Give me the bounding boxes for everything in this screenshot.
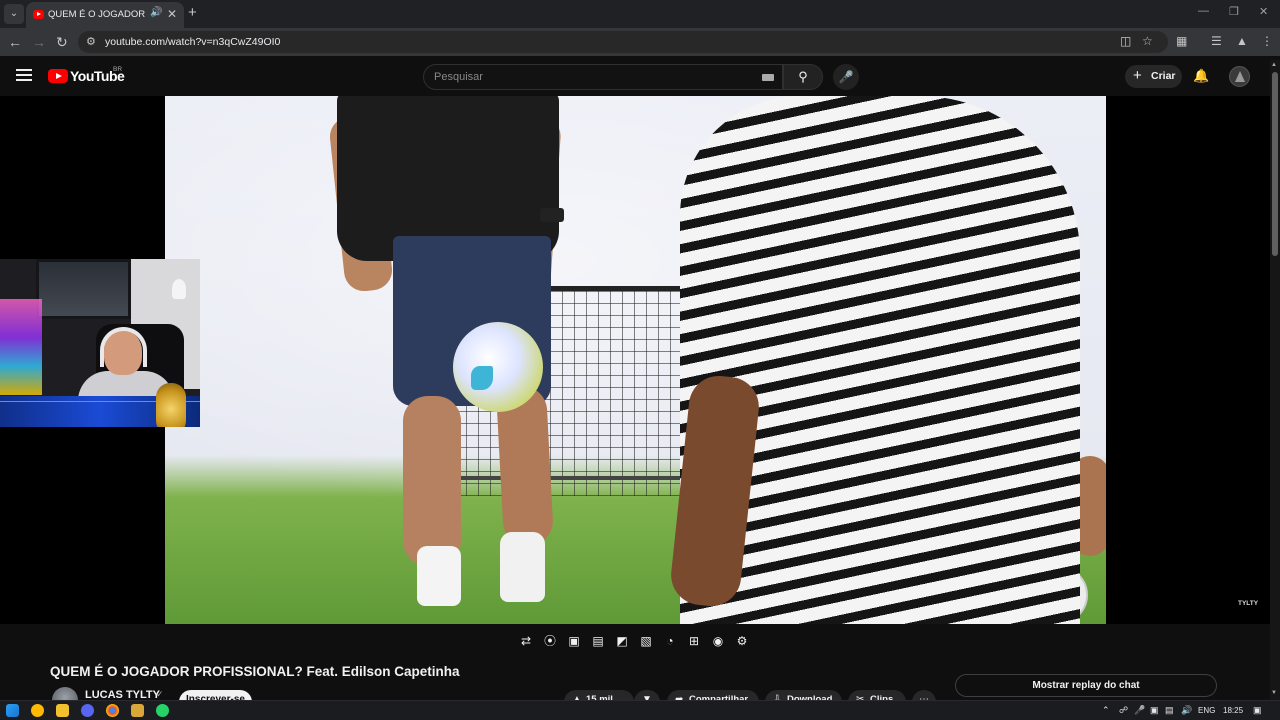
tray-clock[interactable]: 18:25 [1223, 706, 1243, 715]
video-watermark: TYLTY [1238, 600, 1259, 607]
kebab-menu-icon[interactable]: ⋮ [1261, 34, 1273, 48]
tray-volume-icon[interactable]: 🔊 [1181, 705, 1192, 716]
windows-taskbar: ⌃ ☍ 🎤 ▣ ▤ 🔊 ENG 18:25 ▣ [0, 700, 1280, 720]
new-tab-button[interactable]: + [188, 4, 197, 22]
browser-tab-active[interactable]: QUEM É O JOGADOR PROFISSIONAL? Feat. Edi… [26, 2, 184, 28]
search-placeholder: Pesquisar [434, 71, 483, 83]
add-frame-icon[interactable]: ⊞ [684, 632, 704, 650]
extensions-puzzle-icon[interactable]: ▦ [1176, 34, 1187, 48]
scrollbar-thumb[interactable] [1272, 72, 1278, 256]
notifications-icon[interactable]: ▣ [1253, 705, 1262, 716]
anchor-app-icon[interactable] [131, 704, 144, 717]
video-title: QUEM É O JOGADOR PROFISSIONAL? Feat. Edi… [50, 664, 460, 679]
tray-mic-icon[interactable]: 🎤 [1134, 705, 1145, 716]
whatsapp-icon[interactable] [156, 704, 169, 717]
scroll-up-arrow-icon[interactable]: ▲ [1271, 62, 1277, 68]
tray-chevron-up-icon[interactable]: ⌃ [1102, 705, 1110, 716]
tray-app-icon[interactable]: ▣ [1150, 705, 1159, 716]
forward-arrow-icon[interactable]: → [32, 33, 46, 51]
install-app-icon[interactable]: ◫ [1120, 34, 1131, 48]
tray-language[interactable]: ENG [1198, 706, 1215, 715]
profile-icon[interactable]: ▲ [1236, 34, 1248, 48]
player-extension-controls: ⇄ ⦿ ▣ ▤ ◩ ▧ ◔ ⊞ ◉ ⚙ [512, 630, 762, 652]
back-arrow-icon[interactable]: ← [8, 33, 22, 51]
youtube-logo-icon[interactable] [48, 69, 68, 83]
search-button[interactable]: ⚲ [783, 64, 823, 90]
watch-later-icon[interactable]: ▣ [564, 632, 584, 650]
tray-network-icon[interactable]: ▤ [1165, 705, 1174, 716]
screenshot-camera-icon[interactable]: ◉ [708, 632, 728, 650]
create-label: Criar [1151, 70, 1176, 82]
voice-search-button[interactable]: 🎤 [833, 64, 859, 90]
hamburger-menu-icon[interactable] [16, 69, 32, 81]
speed-gauge-icon[interactable]: ◔ [660, 632, 680, 650]
chrome-icon[interactable] [106, 704, 119, 717]
filmstrip-icon[interactable]: ▧ [636, 632, 656, 650]
country-code: BR [113, 66, 123, 73]
loop-icon[interactable]: ⇄ [516, 632, 536, 650]
address-url[interactable]: youtube.com/watch?v=n3qCwZ49OI0 [105, 36, 280, 48]
soccer-ball [453, 322, 543, 412]
media-controls-icon[interactable]: ☰ [1211, 34, 1222, 48]
video-frame[interactable] [165, 96, 1106, 624]
settings-gear-icon[interactable]: ⚙ [732, 632, 752, 650]
search-input[interactable]: Pesquisar [423, 64, 783, 90]
browser-tab-strip: ⌄ QUEM É O JOGADOR PROFISSIONAL? Feat. E… [0, 0, 1280, 28]
address-bar[interactable]: ⚙ youtube.com/watch?v=n3qCwZ49OI0 ◫ ☆ [78, 31, 1168, 53]
site-info-icon[interactable]: ⚙ [86, 35, 96, 48]
browser-toolbar: ← → ↻ ⚙ youtube.com/watch?v=n3qCwZ49OI0 … [0, 28, 1280, 56]
headset-icon [100, 327, 147, 367]
verified-check-icon: ✓ [156, 689, 164, 699]
webcam-overlay [0, 259, 200, 427]
close-icon[interactable]: ✕ [167, 7, 177, 21]
create-button[interactable]: + Criar [1125, 65, 1182, 88]
minimize-icon[interactable]: — [1198, 5, 1209, 17]
plus-icon: + [1133, 67, 1142, 84]
window-close-icon[interactable]: ✕ [1259, 5, 1268, 18]
cinema-icon[interactable]: ▤ [588, 632, 608, 650]
reload-icon[interactable]: ↻ [56, 33, 68, 51]
tray-usb-icon[interactable]: ☍ [1119, 705, 1128, 716]
windows-start-icon[interactable] [6, 704, 19, 717]
file-explorer-icon[interactable] [56, 704, 69, 717]
tab-title: QUEM É O JOGADOR PROFISSIONAL? Feat. Edi… [48, 9, 146, 20]
speaker-icon[interactable]: 🔊 [150, 7, 162, 18]
search-icon: ⚲ [798, 69, 808, 84]
restore-icon[interactable]: ❐ [1229, 5, 1239, 18]
youtube-favicon-icon [33, 10, 44, 19]
widget-icon[interactable] [31, 704, 44, 717]
notifications-bell-icon[interactable]: 🔔 [1193, 68, 1209, 84]
chat-replay-button[interactable]: Mostrar replay do chat [955, 674, 1217, 697]
scroll-down-arrow-icon[interactable]: ▼ [1271, 690, 1277, 696]
keyboard-icon[interactable] [762, 74, 774, 81]
discord-icon[interactable] [81, 704, 94, 717]
gold-watch-icon [156, 383, 186, 427]
youtube-header: YouTube BR Pesquisar ⚲ 🎤 + Criar 🔔 [0, 56, 1280, 96]
account-avatar[interactable] [1229, 66, 1250, 87]
broadcast-icon[interactable]: ⦿ [540, 632, 560, 650]
tab-search-chevron-icon[interactable]: ⌄ [4, 4, 24, 24]
microphone-icon: 🎤 [838, 70, 854, 84]
bookmark-star-icon[interactable]: ☆ [1142, 34, 1153, 48]
picture-in-picture-icon[interactable]: ◩ [612, 632, 632, 650]
